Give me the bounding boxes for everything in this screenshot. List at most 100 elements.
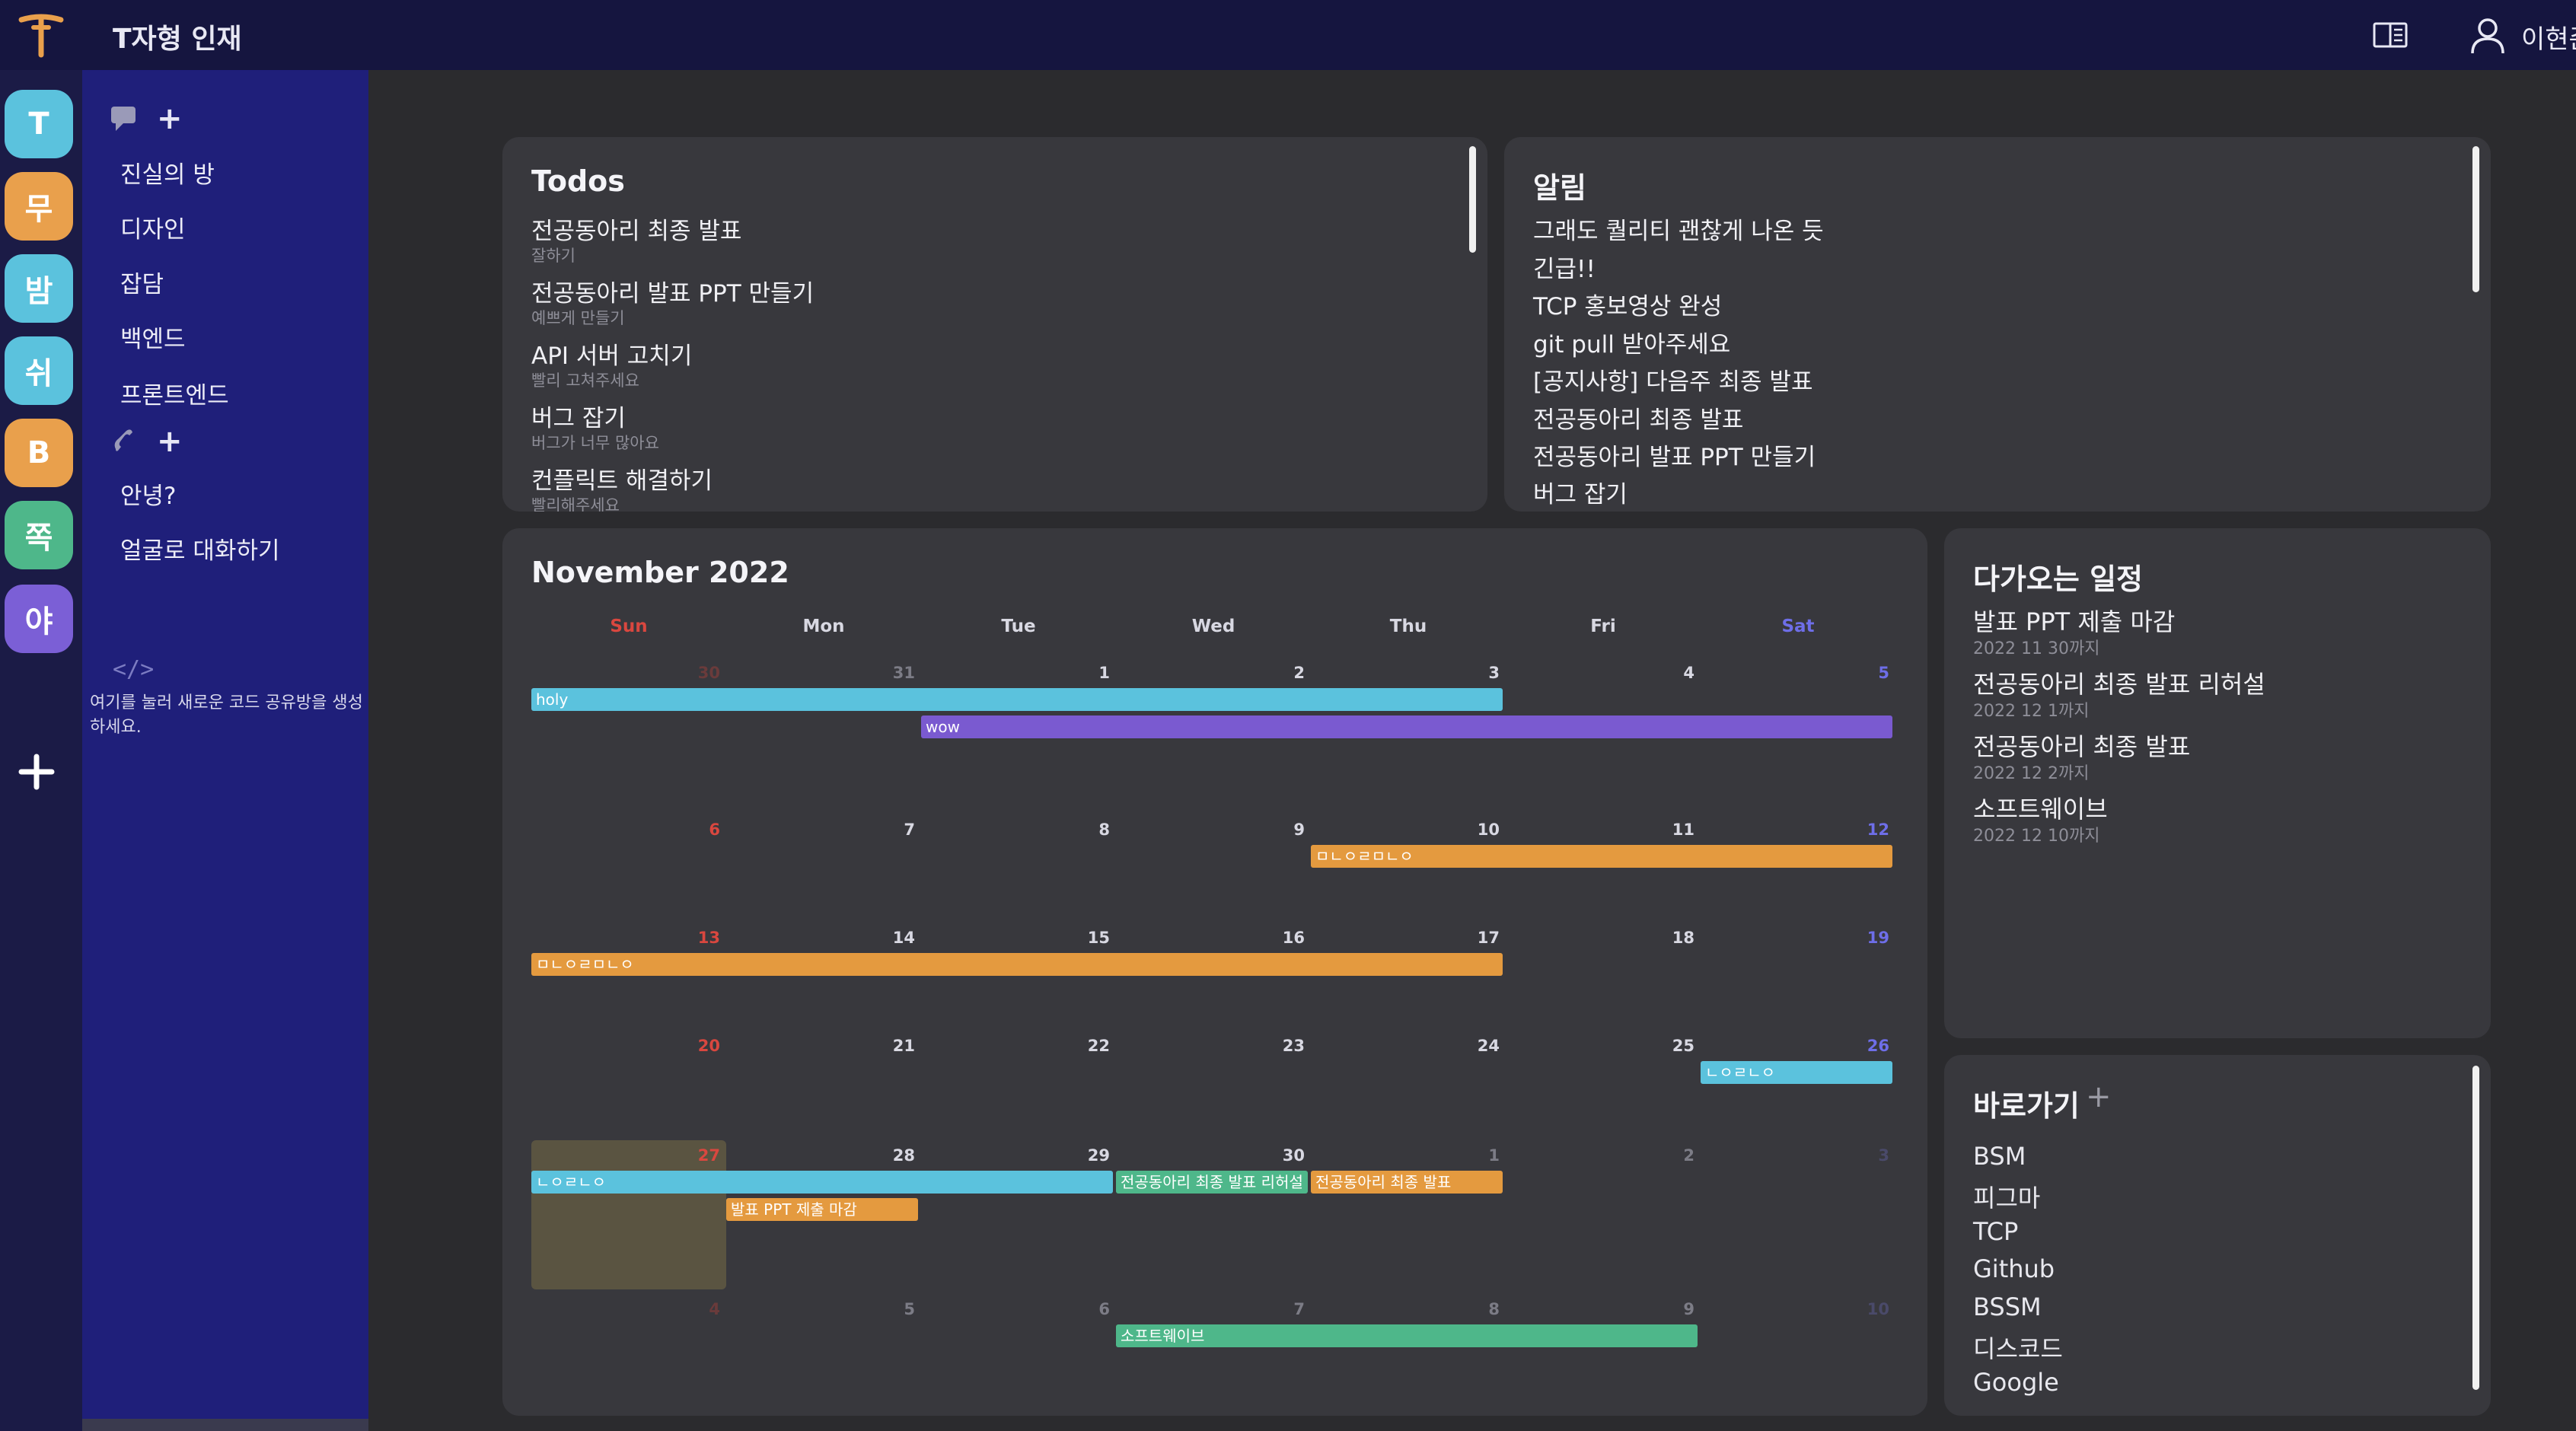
todo-item-title[interactable]: API 서버 고치기 xyxy=(531,336,692,371)
calendar-date[interactable]: 21 xyxy=(869,1037,915,1055)
calendar-date[interactable]: 24 xyxy=(1454,1037,1500,1055)
calendar-date[interactable]: 22 xyxy=(1064,1037,1110,1055)
calendar-date[interactable]: 19 xyxy=(1844,929,1889,947)
server-button[interactable]: 야 xyxy=(5,585,73,653)
text-channel-item[interactable]: 디자인 xyxy=(120,210,186,244)
calendar-date[interactable]: 3 xyxy=(1844,1146,1889,1165)
code-icon[interactable]: </> xyxy=(113,656,154,683)
calendar-date[interactable]: 23 xyxy=(1259,1037,1305,1055)
calendar-event[interactable]: 전공동아리 최종 발표 xyxy=(1311,1171,1503,1194)
upcoming-item-title[interactable]: 전공동아리 최종 발표 리허설 xyxy=(1973,665,2265,700)
notices-scrollbar[interactable] xyxy=(2472,146,2479,292)
shortcut-link[interactable]: Google xyxy=(1973,1368,2059,1397)
shortcut-link[interactable]: TCP xyxy=(1973,1217,2018,1246)
calendar-date[interactable]: 28 xyxy=(869,1146,915,1165)
calendar-date[interactable]: 31 xyxy=(869,664,915,682)
calendar-date[interactable]: 9 xyxy=(1649,1300,1694,1318)
server-button[interactable]: 무 xyxy=(5,172,73,241)
server-button[interactable]: 밤 xyxy=(5,254,73,323)
calendar-date[interactable]: 14 xyxy=(869,929,915,947)
voice-channel-item[interactable]: 얼굴로 대화하기 xyxy=(120,531,280,566)
calendar-date[interactable]: 7 xyxy=(1259,1300,1305,1318)
todo-item-title[interactable]: 전공동아리 최종 발표 xyxy=(531,212,741,246)
calendar-date[interactable]: 17 xyxy=(1454,929,1500,947)
shortcut-link[interactable]: BSM xyxy=(1973,1142,2026,1171)
calendar-date[interactable]: 4 xyxy=(674,1300,720,1318)
calendar-event[interactable]: 전공동아리 최종 발표 리허설 xyxy=(1116,1171,1308,1194)
calendar-event[interactable]: 발표 PPT 제출 마감 xyxy=(726,1198,918,1221)
shortcut-link[interactable]: 디스코드 xyxy=(1973,1330,2063,1365)
add-server-icon[interactable] xyxy=(14,749,59,795)
calendar-event[interactable]: ㅁㄴㅇㄹㅁㄴㅇ xyxy=(1311,845,1892,868)
voice-channel-item[interactable]: 안녕? xyxy=(120,476,177,511)
add-voice-channel-button[interactable]: + xyxy=(157,426,183,457)
calendar-date[interactable]: 11 xyxy=(1649,821,1694,839)
notice-item[interactable]: git pull 받아주세요 xyxy=(1533,325,1730,359)
upcoming-item-title[interactable]: 소프트웨이브 xyxy=(1973,790,2108,825)
todo-item-title[interactable]: 컨플릭트 해결하기 xyxy=(531,461,713,496)
notice-item[interactable]: 그래도 퀄리티 괜찮게 나온 듯 xyxy=(1533,212,1824,246)
notice-item[interactable]: 긴급!! xyxy=(1533,250,1596,284)
calendar-date[interactable]: 10 xyxy=(1454,821,1500,839)
text-channel-item[interactable]: 잡담 xyxy=(120,265,164,299)
calendar-date[interactable]: 2 xyxy=(1259,664,1305,682)
calendar-date[interactable]: 3 xyxy=(1454,664,1500,682)
calendar-date[interactable]: 20 xyxy=(674,1037,720,1055)
calendar-event[interactable]: wow xyxy=(921,716,1892,738)
shortcut-link[interactable]: Github xyxy=(1973,1254,2055,1283)
calendar-date[interactable]: 2 xyxy=(1649,1146,1694,1165)
add-text-channel-button[interactable]: + xyxy=(157,104,183,134)
notice-item[interactable]: 버그 잡기 xyxy=(1533,475,1628,509)
server-button[interactable]: 쪽 xyxy=(5,501,73,569)
calendar-date[interactable]: 16 xyxy=(1259,929,1305,947)
calendar-date[interactable]: 15 xyxy=(1064,929,1110,947)
user-name[interactable]: 이현준 xyxy=(2521,18,2576,56)
calendar-date[interactable]: 25 xyxy=(1649,1037,1694,1055)
calendar-date[interactable]: 30 xyxy=(1259,1146,1305,1165)
calendar-date[interactable]: 10 xyxy=(1844,1300,1889,1318)
side-panel-toggle-icon[interactable] xyxy=(2372,21,2409,49)
calendar-date[interactable]: 7 xyxy=(869,821,915,839)
server-button[interactable]: B xyxy=(5,419,73,487)
calendar-event[interactable]: holy xyxy=(531,688,1503,711)
todo-item-title[interactable]: 전공동아리 발표 PPT 만들기 xyxy=(531,274,814,308)
text-channel-item[interactable]: 진실의 방 xyxy=(120,155,215,190)
calendar-date[interactable]: 30 xyxy=(674,664,720,682)
calendar-date[interactable]: 8 xyxy=(1064,821,1110,839)
notice-item[interactable]: [공지사항] 다음주 최종 발표 xyxy=(1533,362,1812,397)
shortcut-link[interactable]: BSSM xyxy=(1973,1292,2042,1321)
calendar-date[interactable]: 26 xyxy=(1844,1037,1889,1055)
calendar-event[interactable]: ㄴㅇㄹㄴㅇ xyxy=(531,1171,1113,1194)
todos-scrollbar[interactable] xyxy=(1469,146,1476,253)
calendar-date[interactable]: 1 xyxy=(1454,1146,1500,1165)
calendar-date[interactable]: 12 xyxy=(1844,821,1889,839)
notice-item[interactable]: 전공동아리 최종 발표 xyxy=(1533,400,1743,435)
app-logo-icon[interactable] xyxy=(15,9,67,61)
calendar-event[interactable]: ㄴㅇㄹㄴㅇ xyxy=(1701,1061,1892,1084)
calendar-date[interactable]: 4 xyxy=(1649,664,1694,682)
calendar-date[interactable]: 13 xyxy=(674,929,720,947)
notice-item[interactable]: 전공동아리 발표 PPT 만들기 xyxy=(1533,438,1816,472)
calendar-date[interactable]: 6 xyxy=(674,821,720,839)
text-channel-item[interactable]: 프론트엔드 xyxy=(120,376,229,410)
calendar-date[interactable]: 18 xyxy=(1649,929,1694,947)
calendar-date[interactable]: 27 xyxy=(674,1146,720,1165)
shortcuts-scrollbar[interactable] xyxy=(2472,1066,2479,1390)
upcoming-item-title[interactable]: 발표 PPT 제출 마감 xyxy=(1973,603,2175,638)
calendar-date[interactable]: 5 xyxy=(869,1300,915,1318)
upcoming-item-title[interactable]: 전공동아리 최종 발표 xyxy=(1973,728,2190,763)
calendar-event[interactable]: ㅁㄴㅇㄹㅁㄴㅇ xyxy=(531,953,1503,976)
create-code-room-hint[interactable]: 여기를 눌러 새로운 코드 공유방을 생성하세요. xyxy=(90,691,364,740)
todo-item-title[interactable]: 버그 잡기 xyxy=(531,399,626,433)
server-button[interactable]: T xyxy=(5,90,73,158)
user-icon[interactable] xyxy=(2468,15,2507,55)
calendar-event[interactable]: 소프트웨이브 xyxy=(1116,1324,1698,1347)
shortcut-link[interactable]: 피그마 xyxy=(1973,1179,2040,1214)
text-channel-item[interactable]: 백엔드 xyxy=(120,320,186,354)
add-shortcut-button[interactable]: + xyxy=(2086,1079,2112,1114)
calendar-date[interactable]: 9 xyxy=(1259,821,1305,839)
server-button[interactable]: 쉬 xyxy=(5,336,73,405)
calendar-date[interactable]: 29 xyxy=(1064,1146,1110,1165)
calendar-date[interactable]: 1 xyxy=(1064,664,1110,682)
calendar-date[interactable]: 6 xyxy=(1064,1300,1110,1318)
